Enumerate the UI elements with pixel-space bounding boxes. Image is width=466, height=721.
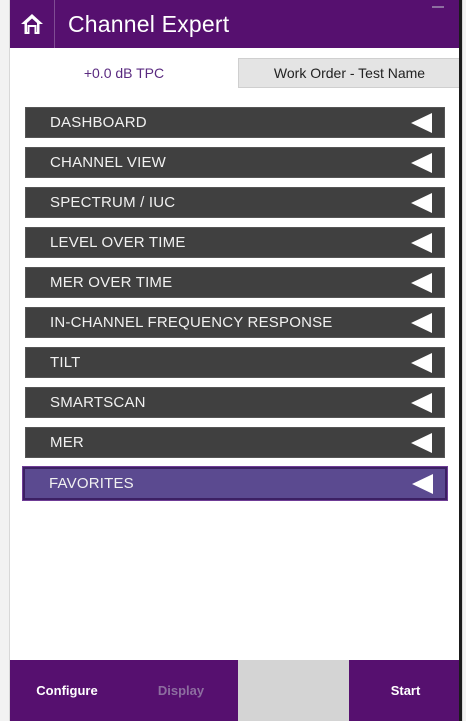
menu-item-smartscan[interactable]: SMARTSCAN xyxy=(25,387,445,418)
app-window: Channel Expert +0.0 dB TPC Work Order - … xyxy=(10,0,462,721)
menu-item-dashboard[interactable]: DASHBOARD xyxy=(25,107,445,138)
empty-footer-slot xyxy=(238,660,349,721)
menu-item-label: TILT xyxy=(50,354,81,371)
menu-item-label: LEVEL OVER TIME xyxy=(50,234,186,251)
triangle-left-icon xyxy=(411,352,432,373)
start-button[interactable]: Start xyxy=(349,660,462,721)
menu-item-mer-over-time[interactable]: MER OVER TIME xyxy=(25,267,445,298)
menu-item-label: FAVORITES xyxy=(49,475,134,492)
menu-item-mer[interactable]: MER xyxy=(25,427,445,458)
triangle-left-icon xyxy=(411,232,432,253)
menu-item-label: SMARTSCAN xyxy=(50,394,146,411)
window-edge xyxy=(459,0,462,721)
main-menu: DASHBOARD CHANNEL VIEW SPECTRUM / IUC LE… xyxy=(23,107,447,507)
menu-item-label: IN-CHANNEL FREQUENCY RESPONSE xyxy=(50,314,333,331)
menu-item-tilt[interactable]: TILT xyxy=(25,347,445,378)
menu-item-in-channel-frequency-response[interactable]: IN-CHANNEL FREQUENCY RESPONSE xyxy=(25,307,445,338)
triangle-left-icon xyxy=(411,392,432,413)
triangle-left-icon xyxy=(411,272,432,293)
menu-item-favorites[interactable]: FAVORITES xyxy=(23,467,447,500)
menu-item-level-over-time[interactable]: LEVEL OVER TIME xyxy=(25,227,445,258)
app-title: Channel Expert xyxy=(68,10,230,37)
work-order-button[interactable]: Work Order - Test Name xyxy=(238,58,461,88)
home-button[interactable] xyxy=(10,0,55,48)
display-button[interactable]: Display xyxy=(124,660,238,721)
header-decoration xyxy=(432,6,444,8)
menu-item-label: MER OVER TIME xyxy=(50,274,173,291)
app-header: Channel Expert xyxy=(10,0,462,48)
menu-item-label: DASHBOARD xyxy=(50,114,147,131)
sub-header: +0.0 dB TPC Work Order - Test Name xyxy=(10,58,462,88)
triangle-left-icon xyxy=(411,312,432,333)
triangle-left-icon xyxy=(411,192,432,213)
menu-item-label: CHANNEL VIEW xyxy=(50,154,167,171)
triangle-left-icon xyxy=(411,152,432,173)
home-icon xyxy=(21,14,43,34)
menu-item-spectrum-iuc[interactable]: SPECTRUM / IUC xyxy=(25,187,445,218)
menu-item-label: SPECTRUM / IUC xyxy=(50,194,176,211)
triangle-left-icon xyxy=(411,112,432,133)
footer-toolbar: Configure Display Start xyxy=(10,660,462,721)
tpc-indicator[interactable]: +0.0 dB TPC xyxy=(10,58,238,88)
menu-item-channel-view[interactable]: CHANNEL VIEW xyxy=(25,147,445,178)
triangle-left-icon xyxy=(412,473,433,494)
configure-button[interactable]: Configure xyxy=(10,660,124,721)
triangle-left-icon xyxy=(411,432,432,453)
menu-item-label: MER xyxy=(50,434,84,451)
